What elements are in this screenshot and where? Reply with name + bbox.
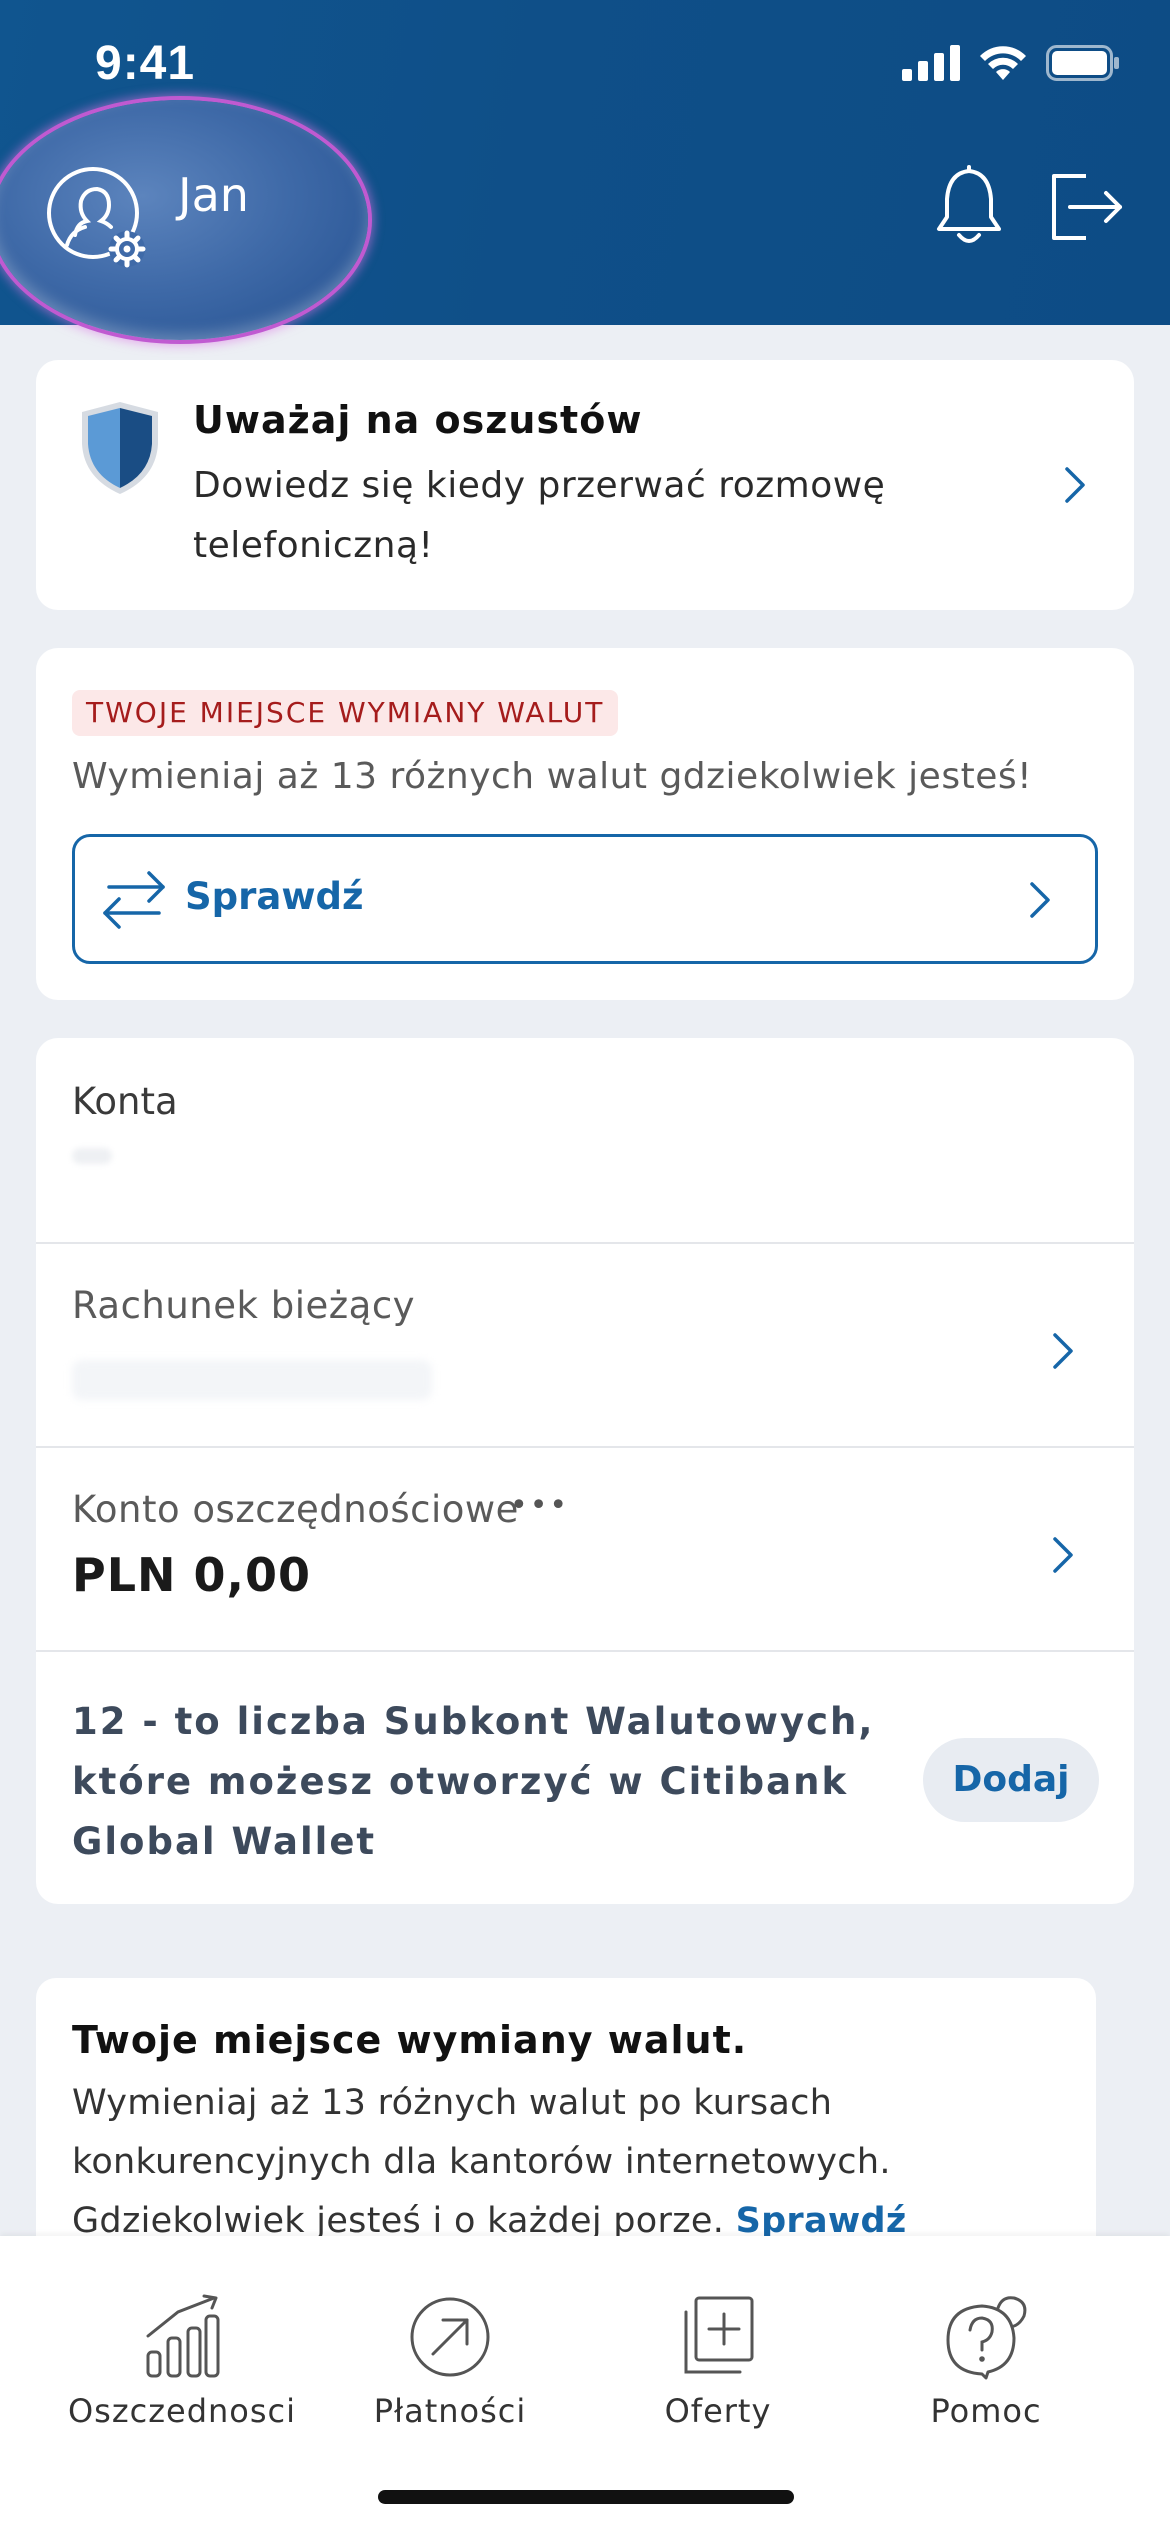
add-subaccount-button[interactable]: Dodaj [923, 1738, 1099, 1822]
tab-oszczednosci[interactable]: Oszczednosci [62, 2294, 302, 2454]
account-balance: PLN 0,00 [72, 1548, 312, 1602]
tab-pomoc[interactable]: Pomoc [866, 2294, 1106, 2454]
chevron-right-icon [1053, 1537, 1073, 1573]
bottom-tab-bar: Oszczednosci Płatności Oferty Pomoc [0, 2236, 1170, 2532]
wifi-icon [980, 46, 1026, 80]
tab-platnosci[interactable]: Płatności [330, 2294, 570, 2454]
promo-link[interactable]: Sprawdź [736, 2201, 907, 2241]
signal-icon [902, 45, 960, 81]
subaccounts-row: 12 - to liczba Subkont Walutowych, które… [36, 1652, 1134, 1904]
chevron-right-icon [1065, 467, 1085, 503]
fraud-alert-title: Uważaj na oszustów [193, 398, 643, 442]
tab-oferty[interactable]: Oferty [598, 2294, 838, 2454]
exchange-arrows-icon [103, 871, 165, 929]
check-fx-button[interactable]: Sprawdź [72, 834, 1098, 964]
accounts-title: Konta [72, 1080, 178, 1123]
home-indicator [378, 2490, 794, 2504]
battery-icon [1046, 45, 1119, 81]
accounts-card: Konta Rachunek bieżący Konto oszczędnośc… [36, 1038, 1134, 1904]
fx-description: Wymieniaj aż 13 różnych walut gdziekolwi… [72, 756, 1033, 797]
user-name[interactable]: Jan [178, 168, 249, 222]
logout-icon[interactable] [1050, 172, 1125, 242]
fx-exchange-card: TWOJE MIEJSCE WYMIANY WALUT Wymieniaj aż… [36, 648, 1134, 1000]
chart-icon [146, 2294, 220, 2378]
account-row-savings[interactable]: Konto oszczędnościowe ••• PLN 0,00 [36, 1448, 1134, 1650]
status-icons [902, 44, 1120, 82]
account-name: Rachunek bieżący [72, 1284, 416, 1327]
tab-label: Pomoc [930, 2392, 1042, 2430]
help-icon [946, 2296, 1027, 2380]
promo-text: Wymieniaj aż 13 różnych walut po kursach… [72, 2074, 1072, 2251]
bell-icon[interactable] [935, 165, 1003, 247]
blurred-balance [72, 1360, 432, 1400]
promo-card: Twoje miejsce wymiany walut. Wymieniaj a… [36, 1978, 1096, 2278]
subaccounts-info: 12 - to liczba Subkont Walutowych, które… [72, 1700, 875, 1863]
status-time: 9:41 [95, 37, 196, 90]
account-name: Konto oszczędnościowe [72, 1488, 519, 1531]
fraud-alert-description: Dowiedz się kiedy przerwać rozmowę telef… [193, 465, 886, 566]
promo-title: Twoje miejsce wymiany walut. [72, 2018, 748, 2062]
chevron-right-icon [1053, 1333, 1073, 1369]
tab-label: Oszczednosci [67, 2392, 297, 2430]
account-row-current[interactable]: Rachunek bieżący [36, 1244, 1134, 1446]
tab-label: Płatności [373, 2392, 527, 2430]
shield-icon [82, 402, 158, 494]
tab-label: Oferty [664, 2392, 772, 2430]
fx-badge: TWOJE MIEJSCE WYMIANY WALUT [72, 690, 619, 736]
fraud-alert-card[interactable]: Uważaj na oszustów Dowiedz się kiedy prz… [36, 360, 1134, 610]
check-fx-label: Sprawdź [185, 875, 364, 918]
payment-arrow-icon [410, 2297, 490, 2377]
blurred-summary [72, 1148, 112, 1164]
account-masked-number: ••• [510, 1488, 570, 1523]
chevron-right-icon [1030, 882, 1050, 918]
offers-icon [684, 2296, 754, 2374]
profile-settings-icon[interactable] [45, 165, 155, 275]
